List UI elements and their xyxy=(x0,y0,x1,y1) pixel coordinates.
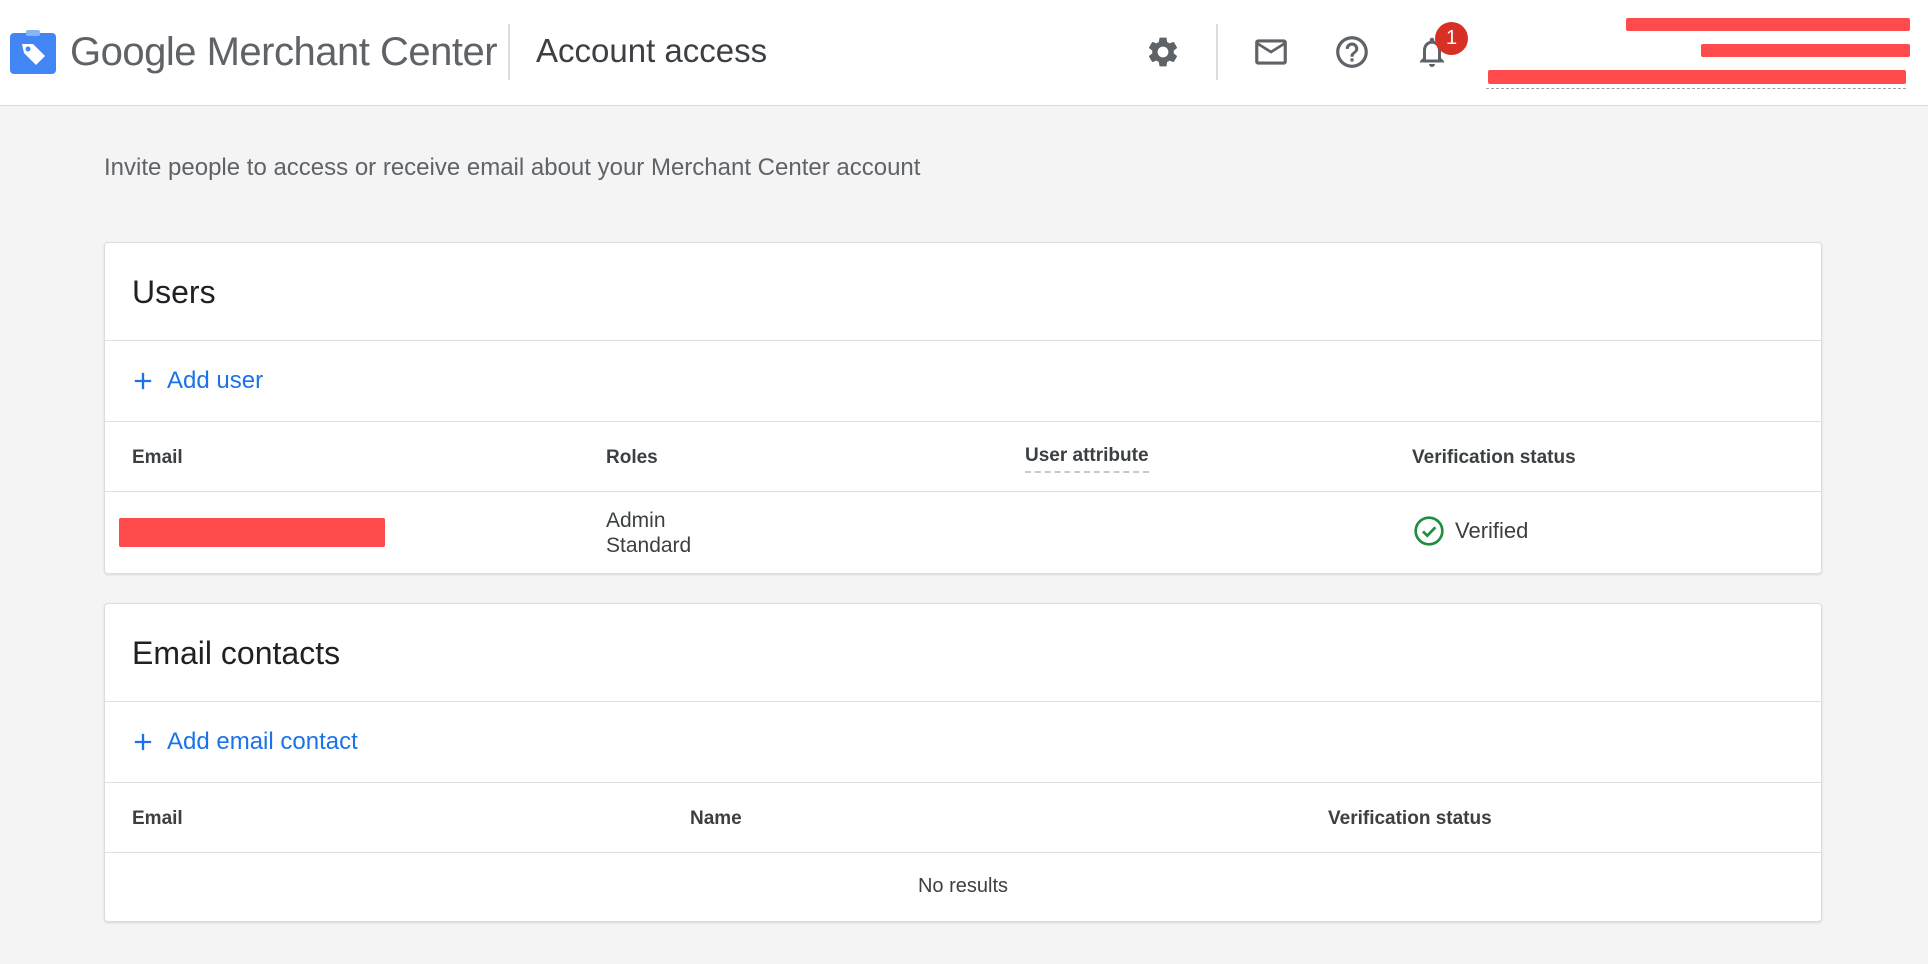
divider xyxy=(105,491,1821,492)
add-email-contact-label: Add email contact xyxy=(167,728,358,755)
account-switcher[interactable] xyxy=(1486,10,1910,90)
verified-label: Verified xyxy=(1455,518,1529,543)
mail-icon xyxy=(1255,39,1287,65)
help-button[interactable] xyxy=(1328,28,1376,76)
verification-status: Verified xyxy=(1413,515,1528,547)
top-app-bar: Google Merchant Center Account access 1 xyxy=(0,0,1928,106)
redacted-account-email xyxy=(1701,44,1910,57)
column-header-roles[interactable]: Roles xyxy=(606,444,658,472)
column-header-name[interactable]: Name xyxy=(690,805,742,833)
plus-icon xyxy=(134,733,152,751)
brand-google: Google xyxy=(70,30,196,74)
divider xyxy=(105,421,1821,422)
empty-state-message: No results xyxy=(917,875,1009,897)
column-header-email[interactable]: Email xyxy=(132,444,183,472)
divider xyxy=(105,852,1821,853)
mail-button[interactable] xyxy=(1247,28,1295,76)
divider xyxy=(105,340,1821,341)
brand-product: Merchant Center xyxy=(206,30,498,74)
divider xyxy=(105,782,1821,783)
role-admin: Admin xyxy=(606,509,666,532)
add-user-button[interactable]: Add user xyxy=(129,364,263,398)
notification-count-badge: 1 xyxy=(1435,22,1468,55)
redacted-account-id xyxy=(1626,18,1910,31)
redacted-user-email xyxy=(119,518,385,547)
settings-button[interactable] xyxy=(1139,28,1187,76)
column-header-verification-status[interactable]: Verification status xyxy=(1328,805,1492,833)
divider xyxy=(105,701,1821,702)
merchant-center-logo-icon[interactable] xyxy=(10,30,56,74)
brand-wordmark[interactable]: Google Merchant Center xyxy=(70,26,498,78)
users-title: Users xyxy=(132,274,216,310)
column-header-verification-status[interactable]: Verification status xyxy=(1412,444,1576,472)
header-divider-2 xyxy=(1216,24,1218,80)
account-underline xyxy=(1486,88,1906,89)
page-title: Account access xyxy=(536,32,768,69)
settings-icon xyxy=(1148,37,1178,67)
check-circle-icon xyxy=(1414,516,1444,546)
help-icon xyxy=(1336,36,1368,68)
page-description: Invite people to access or receive email… xyxy=(104,154,921,181)
header-divider xyxy=(508,24,510,80)
column-header-user-attribute[interactable]: User attribute xyxy=(1025,442,1149,473)
users-card: Users Add user Email Roles User attribut… xyxy=(104,242,1822,574)
redacted-account-name xyxy=(1488,70,1906,84)
role-standard: Standard xyxy=(606,534,692,557)
email-contacts-title: Email contacts xyxy=(132,635,341,671)
email-contacts-card: Email contacts Add email contact Email N… xyxy=(104,603,1822,922)
add-user-label: Add user xyxy=(167,367,264,394)
plus-icon xyxy=(134,372,152,390)
add-email-contact-button[interactable]: Add email contact xyxy=(129,725,358,759)
column-header-email[interactable]: Email xyxy=(132,805,183,833)
